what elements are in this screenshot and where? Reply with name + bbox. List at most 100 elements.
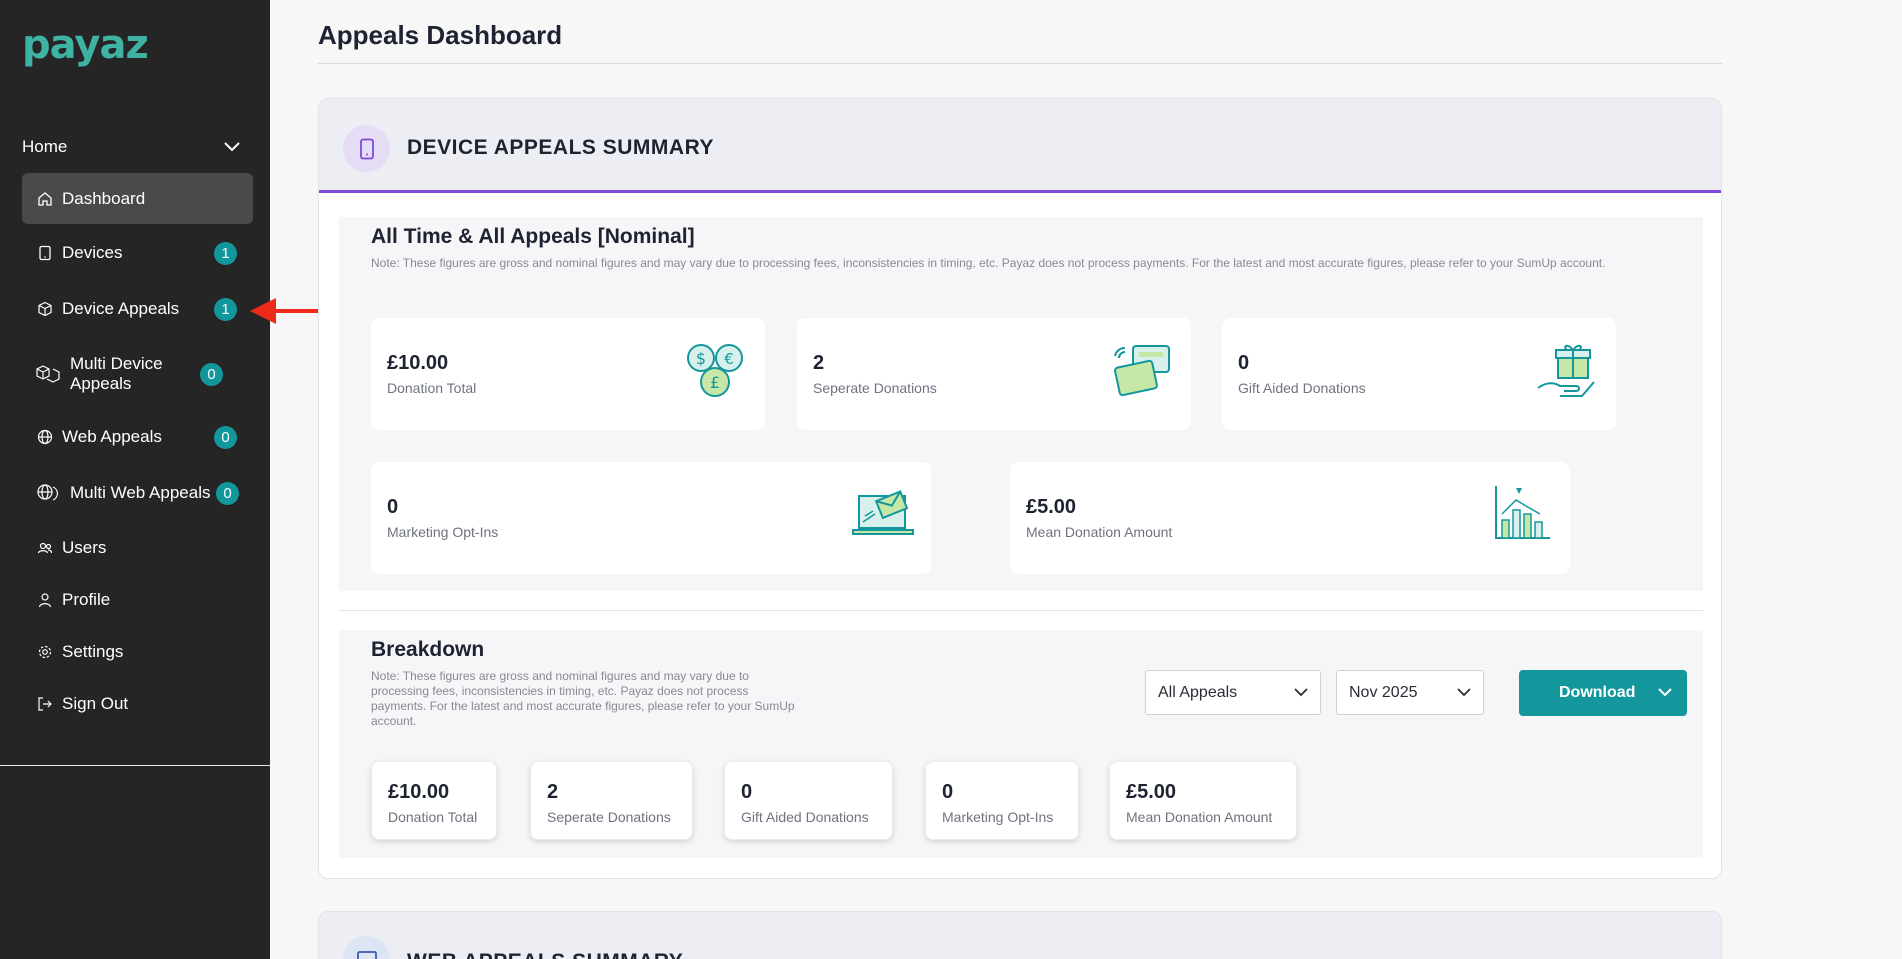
sidebar-item-settings[interactable]: Settings xyxy=(22,640,253,664)
sidebar-item-label: Profile xyxy=(62,590,111,609)
month-filter-select[interactable]: Nov 2025 xyxy=(1336,670,1484,715)
stat-value: £5.00 xyxy=(1126,781,1177,803)
chevron-down-icon xyxy=(1294,684,1308,702)
sidebar: payaz Home Dashboard Devices 1 Device Ap… xyxy=(0,0,270,959)
chevron-down-icon[interactable] xyxy=(1657,684,1673,705)
stat-card-marketing-opt-ins: 0 Marketing Opt-Ins xyxy=(371,462,931,574)
svg-text:payaz: payaz xyxy=(22,24,148,68)
stat-label: Donation Total xyxy=(387,380,477,396)
count-badge: 1 xyxy=(214,297,237,321)
svg-text:$: $ xyxy=(696,349,706,368)
section-divider xyxy=(339,610,1703,611)
page-title: Appeals Dashboard xyxy=(318,20,563,50)
download-button[interactable]: Download xyxy=(1519,670,1687,716)
stat-value: 0 xyxy=(942,781,954,803)
phone-icon xyxy=(343,125,390,172)
stat-value: 0 xyxy=(387,496,399,518)
sign-out-icon xyxy=(36,695,54,713)
section-title: Breakdown xyxy=(371,638,485,661)
home-label: Home xyxy=(22,137,68,156)
sidebar-item-devices[interactable]: Devices 1 xyxy=(22,241,253,265)
sidebar-item-users[interactable]: Users xyxy=(22,536,253,560)
section-title: All Time & All Appeals [Nominal] xyxy=(371,225,695,248)
card-title: DEVICE APPEALS SUMMARY xyxy=(407,136,714,159)
sidebar-item-label: Users xyxy=(62,538,107,557)
globes-icon xyxy=(36,484,62,502)
stat-card-mean-donation-amount: £5.00 Mean Donation Amount xyxy=(1010,462,1570,574)
sidebar-divider xyxy=(0,765,270,766)
sidebar-item-label: Settings xyxy=(62,642,124,661)
count-badge: 0 xyxy=(214,425,237,449)
select-value: All Appeals xyxy=(1158,683,1238,701)
stat-value: 0 xyxy=(741,781,753,803)
breakdown-stat-gift-aided-donations: 0 Gift Aided Donations xyxy=(724,761,893,840)
breakdown-stat-mean-donation-amount: £5.00 Mean Donation Amount xyxy=(1109,761,1297,840)
stat-label: Mean Donation Amount xyxy=(1126,809,1273,825)
laptop-mail-icon xyxy=(851,488,915,547)
home-section-toggle[interactable]: Home xyxy=(22,135,240,159)
chevron-down-icon xyxy=(224,137,240,157)
stat-value: 0 xyxy=(1238,352,1250,374)
currency-coins-icon: $ € £ xyxy=(685,342,747,405)
sidebar-item-label: Web Appeals xyxy=(62,427,162,446)
annotation-arrow-head xyxy=(250,298,276,324)
card-header: DEVICE APPEALS SUMMARY xyxy=(319,99,1721,193)
stat-card-donation-total: £10.00 Donation Total $ € £ xyxy=(371,318,765,430)
select-value: Nov 2025 xyxy=(1349,683,1418,701)
sidebar-item-label: Device Appeals xyxy=(62,299,180,318)
users-icon xyxy=(36,539,54,557)
count-badge: 1 xyxy=(214,241,237,265)
box-icon xyxy=(36,300,54,318)
breakdown-stat-separate-donations: 2 Seperate Donations xyxy=(530,761,693,840)
tablet-icon xyxy=(36,244,54,262)
gift-hand-icon xyxy=(1536,342,1598,405)
stat-value: 2 xyxy=(547,781,559,803)
breakdown-stat-donation-total: £10.00 Donation Total xyxy=(371,761,497,840)
web-appeals-summary-card: WEB APPEALS SUMMARY xyxy=(318,911,1722,959)
sidebar-item-multi-device-appeals[interactable]: Multi Device Appeals 0 xyxy=(22,353,253,395)
monitor-icon xyxy=(343,936,390,959)
count-badge: 0 xyxy=(216,481,239,505)
sidebar-item-dashboard[interactable]: Dashboard xyxy=(22,173,253,224)
section-note: Note: These figures are gross and nomina… xyxy=(371,669,795,728)
sidebar-item-label: Multi Device Appeals xyxy=(70,354,163,393)
appeal-filter-select[interactable]: All Appeals xyxy=(1145,670,1321,715)
stat-label: Gift Aided Donations xyxy=(1238,380,1366,396)
gear-icon xyxy=(36,643,54,661)
download-label: Download xyxy=(1559,684,1636,701)
stat-card-gift-aided-donations: 0 Gift Aided Donations xyxy=(1222,318,1616,430)
stat-value: £5.00 xyxy=(1026,496,1077,518)
stat-value: £10.00 xyxy=(387,352,449,374)
payaz-logo[interactable]: payaz xyxy=(22,22,172,79)
stat-label: Seperate Donations xyxy=(813,380,937,396)
sidebar-item-web-appeals[interactable]: Web Appeals 0 xyxy=(22,425,253,449)
sidebar-item-label: Multi Web Appeals xyxy=(70,483,211,502)
home-icon xyxy=(36,190,54,208)
sidebar-item-multi-web-appeals[interactable]: Multi Web Appeals 0 xyxy=(22,481,253,505)
chevron-down-icon xyxy=(1457,684,1471,702)
card-title: WEB APPEALS SUMMARY xyxy=(407,950,683,959)
stat-value: 2 xyxy=(813,352,825,374)
stat-label: Marketing Opt-Ins xyxy=(942,809,1054,825)
sidebar-item-label: Devices xyxy=(62,243,123,262)
all-time-section: All Time & All Appeals [Nominal] Note: T… xyxy=(339,217,1703,591)
title-divider xyxy=(318,63,1722,64)
stat-label: Gift Aided Donations xyxy=(741,809,869,825)
svg-text:£: £ xyxy=(710,373,720,392)
sidebar-item-label: Dashboard xyxy=(62,188,146,208)
stat-label: Mean Donation Amount xyxy=(1026,524,1173,540)
device-appeals-summary-card: DEVICE APPEALS SUMMARY All Time & All Ap… xyxy=(318,98,1722,879)
sidebar-item-sign-out[interactable]: Sign Out xyxy=(22,692,253,716)
breakdown-stat-marketing-opt-ins: 0 Marketing Opt-Ins xyxy=(925,761,1079,840)
stat-label: Donation Total xyxy=(388,809,478,825)
count-badge: 0 xyxy=(200,362,223,386)
sidebar-item-profile[interactable]: Profile xyxy=(22,588,253,612)
boxes-icon xyxy=(36,365,62,383)
breakdown-section: Breakdown Note: These figures are gross … xyxy=(339,630,1703,858)
svg-text:€: € xyxy=(724,350,734,368)
stat-label: Marketing Opt-Ins xyxy=(387,524,499,540)
sidebar-item-device-appeals[interactable]: Device Appeals 1 xyxy=(22,297,253,321)
globe-icon xyxy=(36,428,54,446)
sidebar-item-label: Sign Out xyxy=(62,694,129,713)
contactless-card-icon xyxy=(1111,342,1173,405)
